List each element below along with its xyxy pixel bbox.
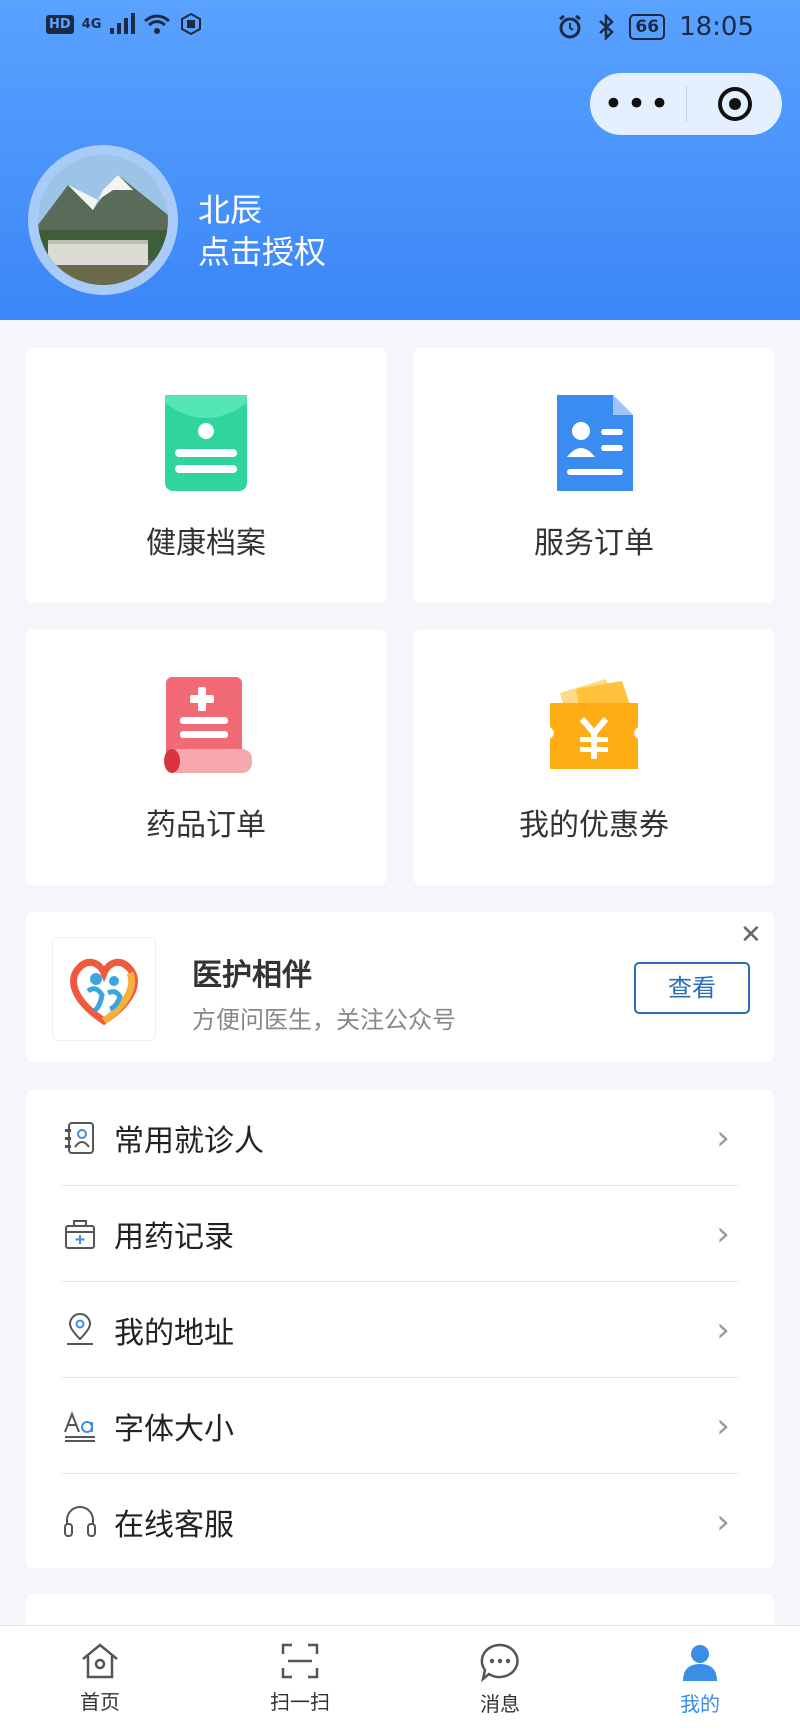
list-item-patients[interactable]: 常用就诊人 › [62,1090,738,1185]
home-icon [82,1643,118,1679]
coupon-card[interactable]: 我的优惠券 [414,630,774,885]
tab-label: 消息 [480,1692,520,1716]
headset-icon [64,1505,96,1537]
service-order-icon [557,395,633,491]
status-left: HD 4G [46,12,203,36]
message-icon [480,1643,519,1682]
avatar[interactable] [28,145,178,295]
official-account-logo [52,937,156,1041]
tab-label: 扫一扫 [270,1690,330,1714]
view-official-account-button[interactable]: 查看 [634,962,750,1014]
tab-profile[interactable]: 我的 [600,1626,800,1733]
close-icon[interactable]: ✕ [740,920,762,950]
card-label: 服务订单 [534,526,654,561]
tab-home[interactable]: 首页 [0,1626,200,1733]
medicine-order-icon [164,677,252,773]
chevron-right-icon: › [716,1213,730,1254]
authorize-link[interactable]: 点击授权 [198,227,326,273]
official-account-banner: 医护相伴 方便问医生，关注公众号 查看 ✕ [26,912,774,1062]
heart-family-icon [70,958,138,1026]
tab-label: 首页 [80,1690,120,1714]
card-label: 健康档案 [146,526,266,561]
alarm-icon [559,14,582,39]
miniprogram-capsule: ••• [590,73,782,135]
list-item-label: 字体大小 [114,1411,234,1447]
signal-icon [110,13,136,34]
list-item-label: 我的地址 [114,1315,234,1351]
scan-icon [281,1643,319,1679]
official-account-subtitle: 方便问医生，关注公众号 [192,1006,456,1034]
settings-list: 常用就诊人 › 用药记录 › 我的地址 › 字体大小 › 在线客服 › [26,1090,774,1568]
status-right: 66 18:05 [557,12,754,42]
close-miniprogram-button[interactable] [687,86,782,122]
chevron-right-icon: › [716,1501,730,1542]
status-bar: HD 4G 66 18:05 [0,0,800,56]
service-order-card[interactable]: 服务订单 [414,348,774,603]
health-record-icon [165,395,247,491]
chevron-right-icon: › [716,1309,730,1350]
list-item-font-size[interactable]: 字体大小 › [62,1378,738,1473]
list-item-medication[interactable]: 用药记录 › [62,1186,738,1281]
target-icon [717,87,752,121]
profile-icon [683,1645,717,1681]
tab-label: 我的 [680,1692,720,1716]
list-item-label: 常用就诊人 [114,1123,264,1159]
more-menu-button[interactable]: ••• [590,87,686,121]
card-label: 药品订单 [146,808,266,843]
avatar-image [38,155,168,285]
list-item-customer-service[interactable]: 在线客服 › [62,1474,738,1569]
list-item-label: 在线客服 [114,1507,234,1543]
profile-header: HD 4G 66 18:05 ••• 北辰 点击授权 [0,0,800,320]
username: 北辰 [198,191,263,229]
medicine-box-icon [65,1219,95,1249]
clock: 18:05 [679,12,754,42]
chevron-right-icon: › [716,1117,730,1158]
coupon-icon [550,679,638,769]
health-record-card[interactable]: 健康档案 [26,348,386,603]
hd-indicator: HD [46,14,74,34]
wifi-icon [144,14,171,34]
tab-messages[interactable]: 消息 [400,1626,600,1733]
network-type: 4G [81,16,102,32]
font-size-icon [64,1410,95,1442]
list-item-address[interactable]: 我的地址 › [62,1282,738,1377]
patient-contacts-icon [65,1121,94,1154]
card-label: 我的优惠券 [519,808,669,843]
official-account-title: 医护相伴 [192,958,312,993]
tab-scan[interactable]: 扫一扫 [200,1626,400,1733]
list-item-label: 用药记录 [114,1219,234,1255]
chevron-right-icon: › [716,1405,730,1446]
notification-icon [181,12,202,36]
location-pin-icon [67,1312,93,1345]
bluetooth-icon [599,14,615,40]
bottom-tab-bar: 首页 扫一扫 消息 我的 [0,1625,800,1733]
battery-indicator: 66 [629,14,666,40]
medicine-order-card[interactable]: 药品订单 [26,630,386,885]
